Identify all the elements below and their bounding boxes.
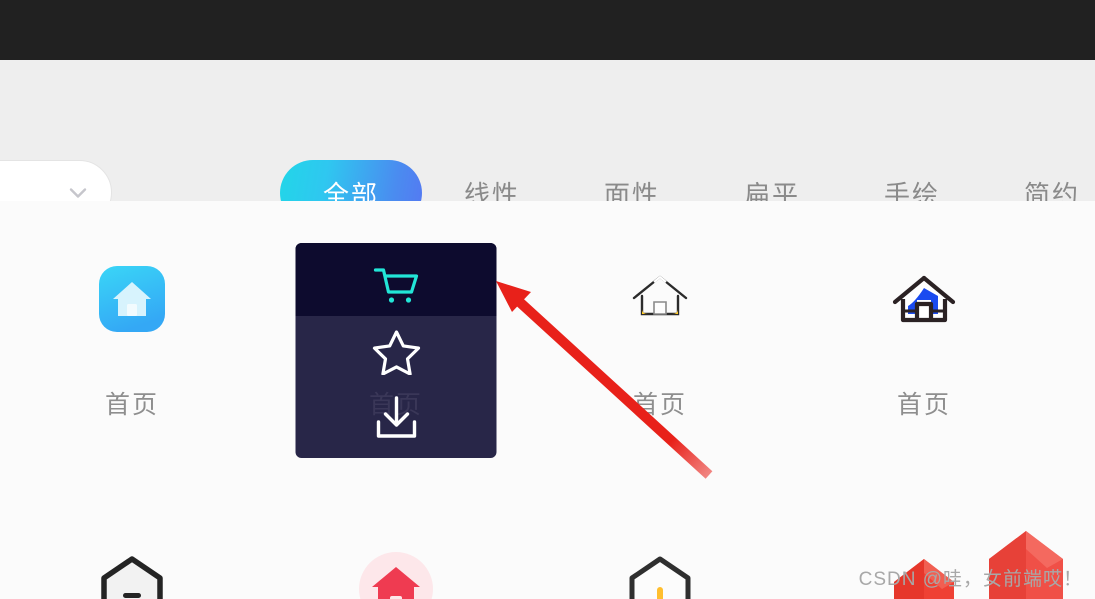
icon-card[interactable] xyxy=(0,491,264,599)
watermark-text: CSDN @哇，女前端哎！ xyxy=(858,569,1083,590)
app-root: 全部 线性 面性 扁平 手绘 简约 首页 首页 首页 首页 CSDN @哇，女前… xyxy=(0,0,1095,599)
browser-chrome-bar xyxy=(0,0,1095,60)
house-pentagon-yellow-icon xyxy=(622,509,698,599)
house-pink-circle-icon xyxy=(357,509,435,599)
icon-card-label: 首页 xyxy=(632,391,687,419)
house-pentagon-dark-icon xyxy=(94,509,170,599)
house-outline-blue-icon xyxy=(887,219,961,379)
icon-card[interactable]: 首页 xyxy=(0,201,264,491)
icon-grid: 首页 首页 首页 首页 xyxy=(0,201,1095,599)
add-to-cart-icon[interactable] xyxy=(372,266,420,313)
icon-card-hovered[interactable]: 首页 xyxy=(264,201,528,491)
icon-card[interactable]: 首页 xyxy=(528,201,792,491)
icon-card[interactable] xyxy=(264,491,528,599)
icon-card[interactable] xyxy=(528,491,792,599)
icon-hover-overlay: 首页 xyxy=(295,243,497,458)
icon-card[interactable]: 首页 xyxy=(792,201,1056,491)
house-filled-blue-square-icon xyxy=(99,219,165,379)
favorite-star-icon[interactable] xyxy=(372,329,420,380)
download-icon[interactable] xyxy=(372,395,420,446)
icon-results-area: 首页 首页 首页 首页 xyxy=(0,201,1095,599)
icon-card-label: 首页 xyxy=(896,391,951,419)
icon-card-label: 首页 xyxy=(104,391,159,419)
house-outline-yellow-icon xyxy=(624,219,696,379)
filter-header: 全部 线性 面性 扁平 手绘 简约 xyxy=(0,60,1095,226)
